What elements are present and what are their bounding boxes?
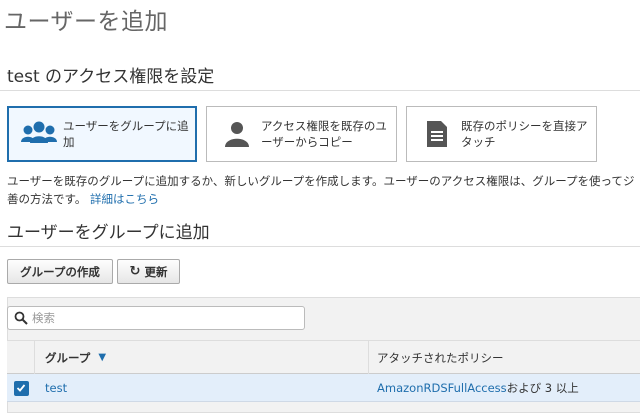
- user-icon: [217, 114, 257, 154]
- users-group-icon: [19, 114, 59, 154]
- details-link[interactable]: 詳細はこちら: [90, 192, 159, 206]
- divider: [0, 246, 640, 247]
- permissions-description: ユーザーを既存のグループに追加するか、新しいグループを作成します。ユーザーのアク…: [7, 172, 640, 208]
- row-checkbox-cell: [7, 374, 35, 402]
- document-icon: [417, 114, 457, 154]
- refresh-label: 更新: [144, 264, 168, 279]
- column-header-policies: アタッチされたポリシー: [377, 350, 504, 365]
- page-title: ユーザーを追加: [4, 9, 169, 35]
- header-checkbox-cell: [7, 341, 35, 374]
- option-attach-policies-label: 既存のポリシーを直接アタッチ: [461, 119, 588, 149]
- policy-link[interactable]: AmazonRDSFullAccess: [377, 381, 507, 395]
- description-line1: ユーザーを既存のグループに追加するか、新しいグループを作成します。ユーザーのアク…: [7, 174, 623, 188]
- search-box[interactable]: [7, 306, 305, 330]
- search-icon: [14, 311, 28, 325]
- create-group-button[interactable]: グループの作成: [7, 259, 113, 284]
- option-attach-policies[interactable]: 既存のポリシーを直接アタッチ: [406, 106, 597, 162]
- refresh-button[interactable]: ↻ 更新: [117, 259, 180, 284]
- table-row[interactable]: test AmazonRDSFullAccess および 3 以上: [7, 374, 640, 402]
- group-name-link[interactable]: test: [45, 374, 67, 402]
- checkmark-icon: [16, 384, 26, 392]
- permissions-section-title: test のアクセス権限を設定: [7, 67, 215, 87]
- column-header-group[interactable]: グループ ▼: [35, 341, 369, 374]
- refresh-icon: ↻: [129, 264, 141, 279]
- description-line2-wrap: 善の方法です。 詳細はこちら: [7, 190, 640, 208]
- policy-suffix: および 3 以上: [506, 381, 579, 395]
- description-line2: 善の方法です。: [7, 192, 87, 206]
- row-checkbox[interactable]: [13, 380, 29, 396]
- option-copy-permissions[interactable]: アクセス権限を既存のユーザーからコピー: [206, 106, 397, 162]
- option-add-to-group-label: ユーザーをグループに追加: [63, 119, 189, 149]
- description-cut: ジ: [622, 174, 635, 188]
- attached-policies-cell: AmazonRDSFullAccess および 3 以上: [377, 374, 579, 402]
- table-header: グループ ▼ アタッチされたポリシー: [7, 340, 640, 374]
- groups-section-title: ユーザーをグループに追加: [7, 223, 210, 243]
- column-header-group-label: グループ: [45, 350, 91, 365]
- option-copy-permissions-label: アクセス権限を既存のユーザーからコピー: [261, 119, 387, 149]
- sort-desc-icon[interactable]: ▼: [98, 352, 106, 363]
- divider: [0, 90, 640, 91]
- option-add-to-group[interactable]: ユーザーをグループに追加: [7, 106, 197, 162]
- search-input[interactable]: [32, 311, 272, 325]
